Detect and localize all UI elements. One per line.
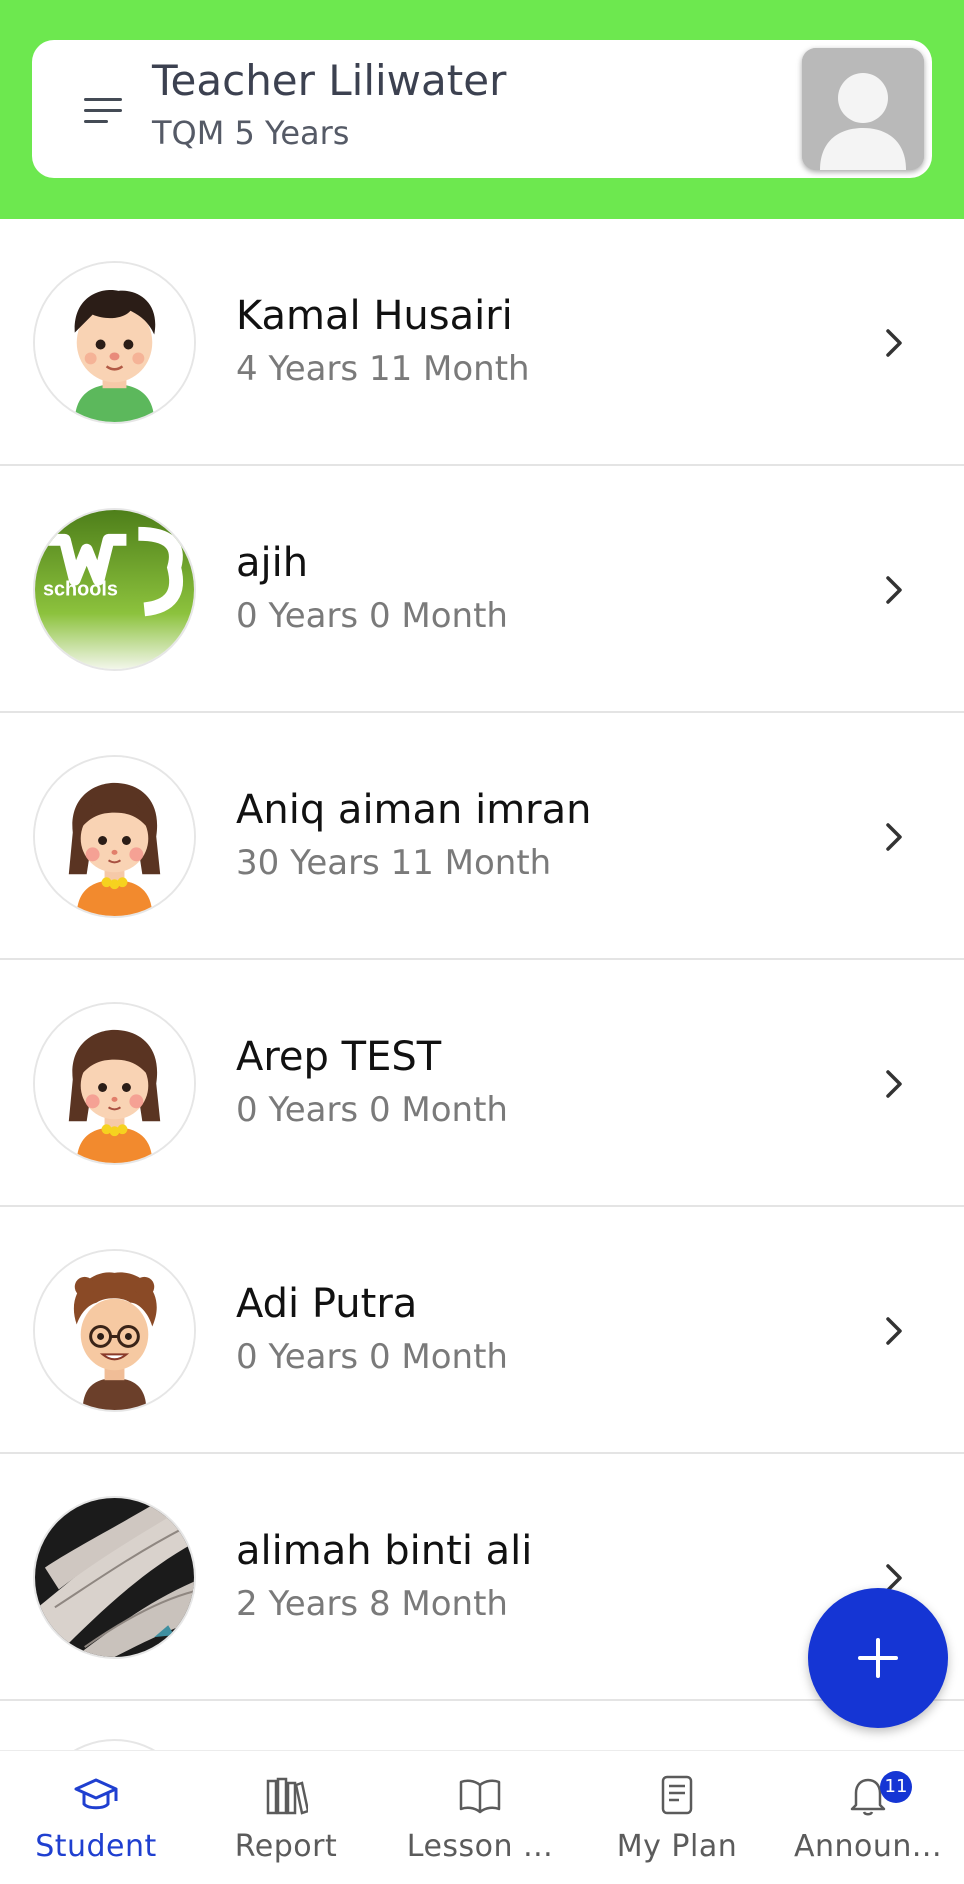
student-avatar: schools	[33, 508, 196, 671]
student-row[interactable]: Kamal Husairi 4 Years 11 Month	[0, 219, 964, 466]
student-row[interactable]: Aniq aiman imran 30 Years 11 Month	[0, 713, 964, 960]
nav-lesson-label: Lesson ...	[406, 1829, 554, 1864]
bottom-nav: Student Report Lesson ... My Plan 11 Ann…	[0, 1750, 964, 1884]
student-row[interactable]: Adi Putra 0 Years 0 Month	[0, 1207, 964, 1454]
student-row[interactable]: schools ajih 0 Years 0 Month	[0, 466, 964, 713]
student-avatar	[33, 261, 196, 424]
chevron-right-icon	[886, 329, 902, 357]
books-icon	[266, 1777, 308, 1815]
nav-student-label: Student	[35, 1829, 157, 1864]
nav-announcement[interactable]: 11 Announ...	[772, 1751, 964, 1884]
chevron-right-icon	[886, 576, 902, 604]
cartoon-boy-glasses-avatar	[35, 1251, 194, 1410]
nav-student[interactable]: Student	[0, 1751, 192, 1884]
w3schools-logo-avatar: schools	[35, 510, 194, 669]
profile-avatar[interactable]	[802, 48, 924, 170]
student-name: ajih	[236, 540, 309, 586]
student-name: Arep TEST	[236, 1034, 442, 1080]
cartoon-boy-avatar	[35, 263, 194, 422]
menu-icon[interactable]	[84, 90, 124, 130]
notification-badge: 11	[880, 1771, 912, 1803]
plus-icon	[858, 1638, 898, 1678]
student-avatar	[33, 755, 196, 918]
nav-my-plan-label: My Plan	[616, 1829, 738, 1864]
cartoon-girl-avatar	[35, 1004, 194, 1163]
teacher-subtitle: TQM 5 Years	[152, 114, 350, 152]
nav-announcement-label: Announ...	[793, 1829, 943, 1864]
student-name: alimah binti ali	[236, 1528, 533, 1574]
student-list: Kamal Husairi 4 Years 11 Month schools a…	[0, 219, 964, 1761]
student-age: 0 Years 0 Month	[236, 596, 508, 636]
student-age: 4 Years 11 Month	[236, 349, 530, 389]
teacher-name: Teacher Liliwater	[152, 56, 507, 105]
student-name: Kamal Husairi	[236, 293, 513, 339]
open-book-icon	[459, 1779, 501, 1814]
nav-report-label: Report	[234, 1829, 338, 1864]
chevron-right-icon	[886, 823, 902, 851]
svg-text:schools: schools	[43, 578, 118, 600]
add-student-button[interactable]	[808, 1588, 948, 1728]
student-avatar	[33, 1002, 196, 1165]
student-age: 30 Years 11 Month	[236, 843, 552, 883]
chevron-right-icon	[886, 1317, 902, 1345]
person-silhouette-icon	[802, 48, 924, 170]
student-age: 0 Years 0 Month	[236, 1090, 508, 1130]
student-avatar	[33, 1249, 196, 1412]
student-name: Aniq aiman imran	[236, 787, 592, 833]
student-name: Adi Putra	[236, 1281, 418, 1327]
document-icon	[661, 1775, 693, 1815]
app-header: Teacher Liliwater TQM 5 Years	[0, 0, 964, 219]
graduation-cap-icon	[74, 1778, 118, 1810]
student-age: 2 Years 8 Month	[236, 1584, 508, 1624]
nav-lesson[interactable]: Lesson ...	[384, 1751, 576, 1884]
teacher-card: Teacher Liliwater TQM 5 Years	[32, 40, 932, 178]
hand-photo-avatar	[35, 1498, 194, 1657]
cartoon-girl-avatar	[35, 757, 194, 916]
chevron-right-icon	[886, 1070, 902, 1098]
student-avatar	[33, 1496, 196, 1659]
student-row[interactable]: Arep TEST 0 Years 0 Month	[0, 960, 964, 1207]
nav-my-plan[interactable]: My Plan	[581, 1751, 773, 1884]
student-age: 0 Years 0 Month	[236, 1337, 508, 1377]
nav-report[interactable]: Report	[190, 1751, 382, 1884]
